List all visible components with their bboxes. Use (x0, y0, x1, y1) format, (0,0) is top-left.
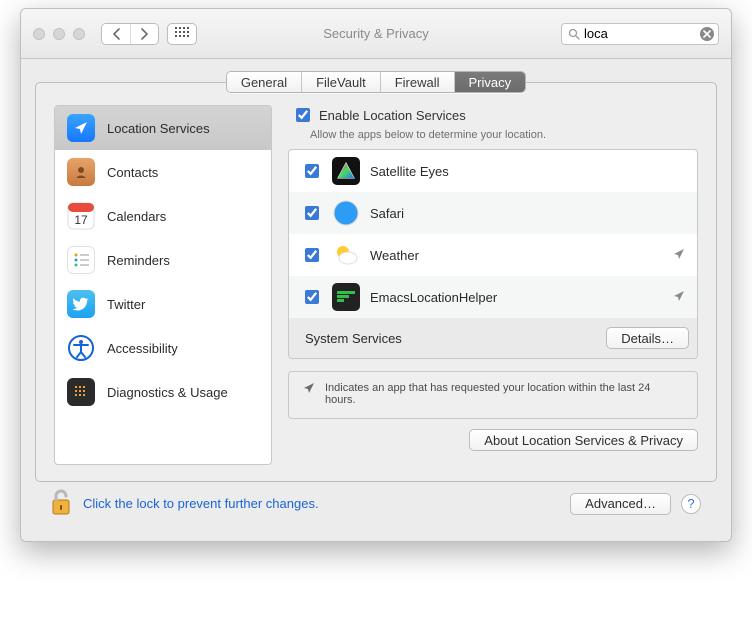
satellite-eyes-icon (332, 157, 360, 185)
tab-filevault[interactable]: FileVault (301, 72, 380, 92)
app-name: Satellite Eyes (370, 164, 685, 179)
forward-button[interactable] (130, 24, 158, 44)
sidebar-item-reminders[interactable]: Reminders (55, 238, 271, 282)
contacts-icon (67, 158, 95, 186)
tab-bar: General FileVault Firewall Privacy (35, 71, 717, 93)
enable-location-sub: Allow the apps below to determine your l… (288, 127, 698, 141)
weather-icon (332, 241, 360, 269)
app-name: EmacsLocationHelper (370, 290, 663, 305)
tab-privacy[interactable]: Privacy (454, 72, 526, 92)
app-row-weather[interactable]: Weather (289, 234, 697, 276)
sidebar-item-twitter[interactable]: Twitter (55, 282, 271, 326)
sidebar-item-label: Reminders (107, 253, 170, 268)
zoom-dot[interactable] (73, 28, 85, 40)
reminders-icon (67, 246, 95, 274)
svg-text:17: 17 (74, 213, 88, 227)
hint-text: Indicates an app that has requested your… (325, 382, 683, 406)
app-row-safari[interactable]: Safari (289, 192, 697, 234)
lock-icon[interactable] (49, 488, 73, 519)
about-location-button[interactable]: About Location Services & Privacy (469, 429, 698, 451)
tab-firewall[interactable]: Firewall (380, 72, 454, 92)
sidebar-item-diagnostics[interactable]: Diagnostics & Usage (55, 370, 271, 414)
minimize-dot[interactable] (53, 28, 65, 40)
sidebar-item-location[interactable]: Location Services (55, 106, 271, 150)
tab-general[interactable]: General (227, 72, 301, 92)
location-hint: Indicates an app that has requested your… (288, 371, 698, 419)
clear-search-icon[interactable] (700, 27, 714, 41)
enable-location-row[interactable]: Enable Location Services (288, 105, 698, 127)
close-dot[interactable] (33, 28, 45, 40)
sidebar-item-label: Twitter (107, 297, 145, 312)
sidebar-item-label: Diagnostics & Usage (107, 385, 228, 400)
recent-location-icon (673, 248, 685, 263)
help-button[interactable]: ? (681, 494, 701, 514)
system-services-label: System Services (301, 331, 596, 346)
traffic-lights (33, 28, 85, 40)
emacs-helper-icon (332, 283, 360, 311)
app-list: Satellite Eyes Safari (288, 149, 698, 359)
app-checkbox[interactable] (305, 206, 319, 220)
sidebar-item-label: Contacts (107, 165, 158, 180)
enable-location-checkbox[interactable] (296, 108, 310, 122)
sidebar-item-label: Location Services (107, 121, 210, 136)
app-row-emacs[interactable]: EmacsLocationHelper (289, 276, 697, 318)
location-arrow-icon (303, 382, 315, 406)
advanced-button[interactable]: Advanced… (570, 493, 671, 515)
right-pane: Enable Location Services Allow the apps … (288, 105, 698, 465)
lock-text[interactable]: Click the lock to prevent further change… (83, 496, 319, 511)
privacy-panel: Location Services Contacts 17 Calendars (35, 82, 717, 482)
app-checkbox[interactable] (305, 290, 319, 304)
toolbar: Security & Privacy (21, 9, 731, 59)
privacy-sidebar: Location Services Contacts 17 Calendars (54, 105, 272, 465)
search-input[interactable] (580, 25, 700, 42)
diagnostics-icon (67, 378, 95, 406)
sidebar-item-label: Accessibility (107, 341, 178, 356)
app-name: Weather (370, 248, 663, 263)
sidebar-item-accessibility[interactable]: Accessibility (55, 326, 271, 370)
accessibility-icon (67, 334, 95, 362)
system-services-row: System Services Details… (289, 318, 697, 358)
search-icon (568, 28, 580, 40)
footer: Click the lock to prevent further change… (35, 482, 717, 525)
app-checkbox[interactable] (305, 164, 319, 178)
app-checkbox[interactable] (305, 248, 319, 262)
nav-segment (101, 23, 159, 45)
sidebar-item-label: Calendars (107, 209, 166, 224)
safari-icon (332, 199, 360, 227)
location-icon (67, 114, 95, 142)
details-button[interactable]: Details… (606, 327, 689, 349)
back-button[interactable] (102, 24, 130, 44)
sidebar-item-calendars[interactable]: 17 Calendars (55, 194, 271, 238)
window-title: Security & Privacy (323, 26, 428, 41)
body: General FileVault Firewall Privacy Locat… (21, 59, 731, 541)
calendars-icon: 17 (67, 202, 95, 230)
search-field[interactable] (561, 23, 719, 45)
sidebar-item-contacts[interactable]: Contacts (55, 150, 271, 194)
app-row-satellite-eyes[interactable]: Satellite Eyes (289, 150, 697, 192)
show-all-button[interactable] (167, 23, 197, 45)
prefs-window: Security & Privacy General FileVault Fir… (20, 8, 732, 542)
recent-location-icon (673, 290, 685, 305)
enable-location-label: Enable Location Services (319, 108, 466, 123)
app-name: Safari (370, 206, 685, 221)
twitter-icon (67, 290, 95, 318)
